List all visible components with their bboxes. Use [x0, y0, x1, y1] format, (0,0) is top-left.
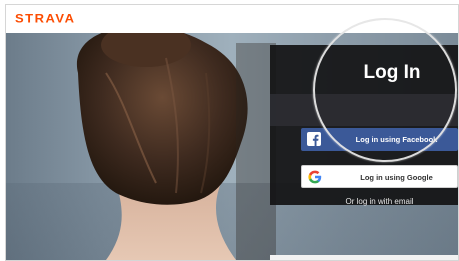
panel-divider: [270, 94, 458, 126]
strava-logo[interactable]: STRAVA: [15, 12, 76, 26]
google-login-label: Log in using Google: [360, 173, 433, 182]
google-g-icon: [308, 170, 322, 184]
login-title: Log In: [363, 62, 421, 83]
facebook-f-icon: [307, 132, 321, 146]
email-login-link[interactable]: Or log in with email: [301, 195, 458, 209]
browser-viewport: STRAVA Log In Log in using Facebook Log …: [5, 4, 459, 261]
login-panel: Log In Log in using Facebook Log in usin…: [270, 45, 458, 206]
site-header: STRAVA: [6, 5, 458, 33]
facebook-login-label: Log in using Facebook: [355, 135, 438, 144]
facebook-login-button[interactable]: Log in using Facebook: [301, 128, 458, 151]
email-input-edge: [270, 255, 458, 260]
google-login-button[interactable]: Log in using Google: [301, 165, 458, 188]
